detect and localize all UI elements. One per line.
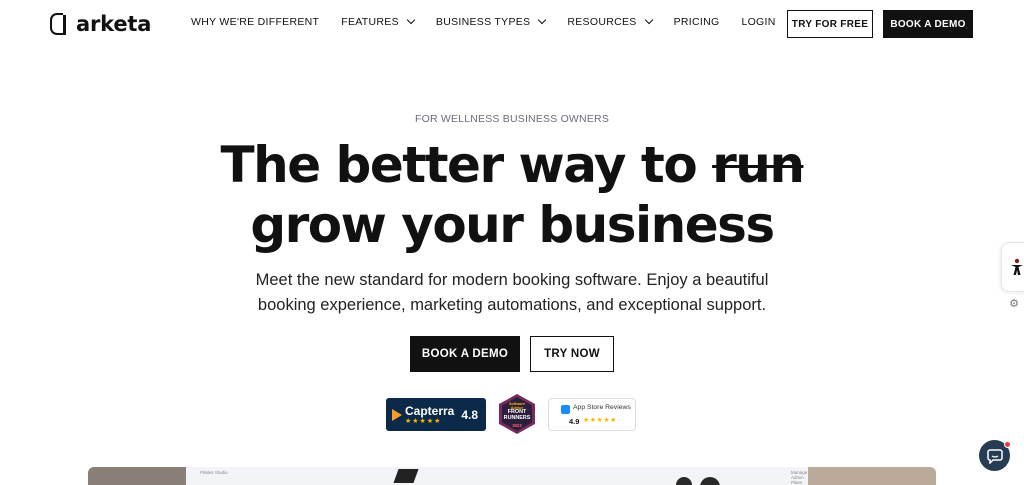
gear-icon[interactable]: ⚙ <box>1006 295 1022 311</box>
book-demo-button[interactable]: BOOK A DEMO <box>410 336 520 372</box>
capterra-badge[interactable]: Capterra ★★★★★ 4.8 <box>386 398 486 431</box>
notification-dot <box>1004 441 1011 448</box>
chevron-down-icon <box>644 15 653 25</box>
preview-shape <box>393 469 419 483</box>
hero-subtitle: Meet the new standard for modern booking… <box>0 268 1024 318</box>
book-demo-nav-button[interactable]: BOOK A DEMO <box>883 10 973 38</box>
headline-line2: grow your business <box>250 196 775 254</box>
front-runners-label: FRONT RUNNERS <box>500 409 534 421</box>
hero-headline: The better way to run grow your business <box>0 135 1024 255</box>
nav-item-business-types[interactable]: BUSINESS TYPES <box>435 15 547 28</box>
accessibility-widget-tab[interactable] <box>1001 242 1024 292</box>
capterra-arrow-icon <box>392 408 402 421</box>
preview-circle <box>700 477 720 485</box>
brand-logo[interactable]: arketa <box>50 11 151 37</box>
nav-item-login[interactable]: LOGIN <box>741 16 775 28</box>
main-menu: WHY WE'RE DIFFERENT FEATURES BUSINESS TY… <box>191 15 798 28</box>
chevron-down-icon <box>406 15 416 25</box>
app-store-icon <box>561 405 570 414</box>
preview-circle <box>676 477 692 485</box>
brand-name: arketa <box>76 12 152 36</box>
subtitle-line1: Meet the new standard for modern booking… <box>255 271 769 289</box>
nav-item-label: BUSINESS TYPES <box>435 16 531 28</box>
nav-item-label: RESOURCES <box>567 16 637 28</box>
front-runners-line2: RUNNERS <box>503 415 531 421</box>
software-advice-badge[interactable]: Software Advice FRONT RUNNERS 2023 <box>496 393 538 435</box>
preview-photo-right <box>808 467 936 485</box>
try-for-free-button[interactable]: TRY FOR FREE <box>787 10 873 38</box>
chat-bubble-icon <box>986 448 1003 464</box>
app-store-reviews-badge[interactable]: App Store Reviews 4.9 ★★★★★ <box>548 398 636 431</box>
accessibility-person-icon <box>1010 258 1023 275</box>
nav-item-features[interactable]: FEATURES <box>341 15 416 28</box>
preview-text: Manage Admin Plans <box>791 470 808 485</box>
nav-item-why-different[interactable]: WHY WE'RE DIFFERENT <box>191 16 319 28</box>
hero-eyebrow: FOR WELLNESS BUSINESS OWNERS <box>414 113 610 125</box>
nav-item-label: LOGIN <box>741 16 776 28</box>
capterra-stars: ★★★★★ <box>405 418 442 425</box>
nav-item-label: WHY WE'RE DIFFERENT <box>191 16 320 28</box>
capterra-score: 4.8 <box>461 407 479 422</box>
app-store-label: App Store Reviews <box>573 404 631 411</box>
try-now-button[interactable]: TRY NOW <box>530 336 614 372</box>
logo-mark-icon <box>50 13 70 35</box>
headline-text: The better way to <box>220 136 713 194</box>
preview-app-screen: Pilates Studio Manage Admin Plans Class … <box>186 467 900 485</box>
chevron-down-icon <box>538 15 547 25</box>
headline-strikethrough-word: run <box>712 136 805 194</box>
nav-item-pricing[interactable]: PRICING <box>674 16 720 28</box>
nav-item-label: PRICING <box>673 16 720 28</box>
app-store-stars: ★★★★★ <box>583 417 617 424</box>
top-navigation: arketa WHY WE'RE DIFFERENT FEATURES BUSI… <box>0 0 1024 48</box>
product-preview-image: Pilates Studio Manage Admin Plans Class … <box>88 467 936 485</box>
app-store-score: 4.9 <box>569 417 580 426</box>
preview-text: Pilates Studio <box>200 470 228 475</box>
capterra-text: Capterra ★★★★★ <box>405 404 454 425</box>
subtitle-line2: booking experience, marketing automation… <box>257 296 767 314</box>
badge-year: 2023 <box>512 423 522 428</box>
preview-photo-left <box>88 467 186 485</box>
nav-item-label: FEATURES <box>341 16 399 28</box>
capterra-name: Capterra <box>405 404 455 418</box>
nav-item-resources[interactable]: RESOURCES <box>567 15 653 28</box>
